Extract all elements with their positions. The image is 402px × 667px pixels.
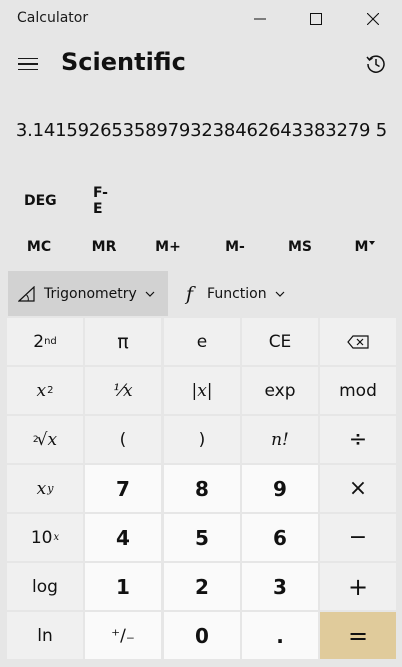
close-button[interactable] [344, 0, 402, 38]
memory-row: MC MR M+ M- MS M [0, 230, 402, 264]
square-root-button[interactable]: 2 √x [7, 416, 83, 463]
history-button[interactable] [360, 48, 392, 80]
app-title: Calculator [17, 10, 89, 26]
hamburger-icon-line [18, 63, 38, 65]
angle-unit-button[interactable]: DEG [24, 184, 57, 218]
pi-button[interactable]: π [85, 318, 161, 365]
hamburger-icon-line [18, 68, 38, 71]
digit-5-button[interactable]: 5 [164, 514, 240, 561]
euler-button[interactable]: e [164, 318, 240, 365]
second-function-button[interactable]: 2nd [7, 318, 83, 365]
memory-add-button[interactable]: M+ [138, 230, 198, 264]
open-parenthesis-button[interactable]: ( [85, 416, 161, 463]
natural-log-button[interactable]: ln [7, 612, 83, 659]
mod-button[interactable]: mod [320, 367, 396, 414]
power-button[interactable]: xy [7, 465, 83, 512]
memory-clear-button[interactable]: MC [9, 230, 69, 264]
reciprocal-button[interactable]: ⅟x [85, 367, 161, 414]
square-exponent: 2 [47, 385, 54, 396]
factorial-label: n! [271, 429, 289, 450]
equals-button[interactable]: = [320, 612, 396, 659]
ten-power-exponent: x [53, 532, 60, 543]
digit-1-button[interactable]: 1 [85, 563, 161, 610]
multiply-button[interactable]: × [320, 465, 396, 512]
minimize-icon [254, 18, 266, 20]
digit-8-button[interactable]: 8 [164, 465, 240, 512]
minimize-button[interactable] [231, 0, 289, 38]
power-exponent: y [47, 482, 54, 495]
subtract-button[interactable]: − [320, 514, 396, 561]
decimal-point-button[interactable]: . [242, 612, 318, 659]
title-bar: Calculator [0, 0, 402, 38]
triangle-icon [18, 285, 35, 302]
log-button[interactable]: log [7, 563, 83, 610]
memory-store-button[interactable]: MS [270, 230, 330, 264]
absolute-value-button[interactable]: |x| [164, 367, 240, 414]
maximize-icon [310, 13, 322, 25]
function-dropdown[interactable]: f Function [178, 271, 308, 316]
digit-2-button[interactable]: 2 [164, 563, 240, 610]
absolute-value-label: |x| [191, 380, 213, 401]
close-parenthesis-button[interactable]: ) [164, 416, 240, 463]
function-label: Function [207, 285, 267, 302]
memory-recall-button[interactable]: MR [74, 230, 134, 264]
chevron-down-icon [369, 241, 376, 245]
chevron-down-icon [145, 291, 155, 297]
hamburger-icon-line [18, 57, 38, 60]
history-icon [366, 55, 385, 73]
add-button[interactable]: + [320, 563, 396, 610]
negate-button[interactable]: ⁺∕₋ [85, 612, 161, 659]
digit-9-button[interactable]: 9 [242, 465, 318, 512]
square-button[interactable]: x2 [7, 367, 83, 414]
backspace-icon [347, 334, 369, 349]
memory-subtract-button[interactable]: M- [205, 230, 265, 264]
digit-7-button[interactable]: 7 [85, 465, 161, 512]
divide-button[interactable]: ÷ [320, 416, 396, 463]
ten-power-base: 10 [30, 527, 53, 548]
factorial-button[interactable]: n! [242, 416, 318, 463]
reciprocal-label: ⅟x [113, 380, 133, 401]
trigonometry-dropdown[interactable]: Trigonometry [8, 271, 168, 316]
digit-4-button[interactable]: 4 [85, 514, 161, 561]
header: Scientific [0, 40, 402, 88]
result-display: 3.141592653589793238462643383279 5 [0, 116, 402, 152]
backspace-button[interactable] [320, 318, 396, 365]
result-value: 3.141592653589793238462643383279 5 [15, 120, 387, 141]
close-icon [367, 13, 379, 25]
fe-toggle-button[interactable]: F-E [93, 184, 108, 218]
function-icon: f [186, 282, 194, 305]
memory-list-label: M [354, 239, 369, 255]
memory-list-button[interactable]: M [335, 230, 395, 264]
clear-entry-button[interactable]: CE [242, 318, 318, 365]
trigonometry-label: Trigonometry [44, 285, 137, 302]
second-label: 2 [33, 331, 45, 352]
exp-button[interactable]: exp [242, 367, 318, 414]
maximize-button[interactable] [287, 0, 345, 38]
second-sup: nd [44, 336, 57, 347]
calculator-mode-title: Scientific [61, 48, 186, 76]
root-label: √x [36, 429, 58, 450]
function-dropdown-row: Trigonometry f Function [8, 271, 396, 316]
chevron-down-icon [275, 291, 285, 297]
ten-power-button[interactable]: 10 x [7, 514, 83, 561]
digit-3-button[interactable]: 3 [242, 563, 318, 610]
power-base: x [36, 478, 47, 499]
navigation-menu-button[interactable] [10, 48, 46, 80]
digit-0-button[interactable]: 0 [164, 612, 240, 659]
digit-6-button[interactable]: 6 [242, 514, 318, 561]
square-base: x [36, 380, 47, 401]
